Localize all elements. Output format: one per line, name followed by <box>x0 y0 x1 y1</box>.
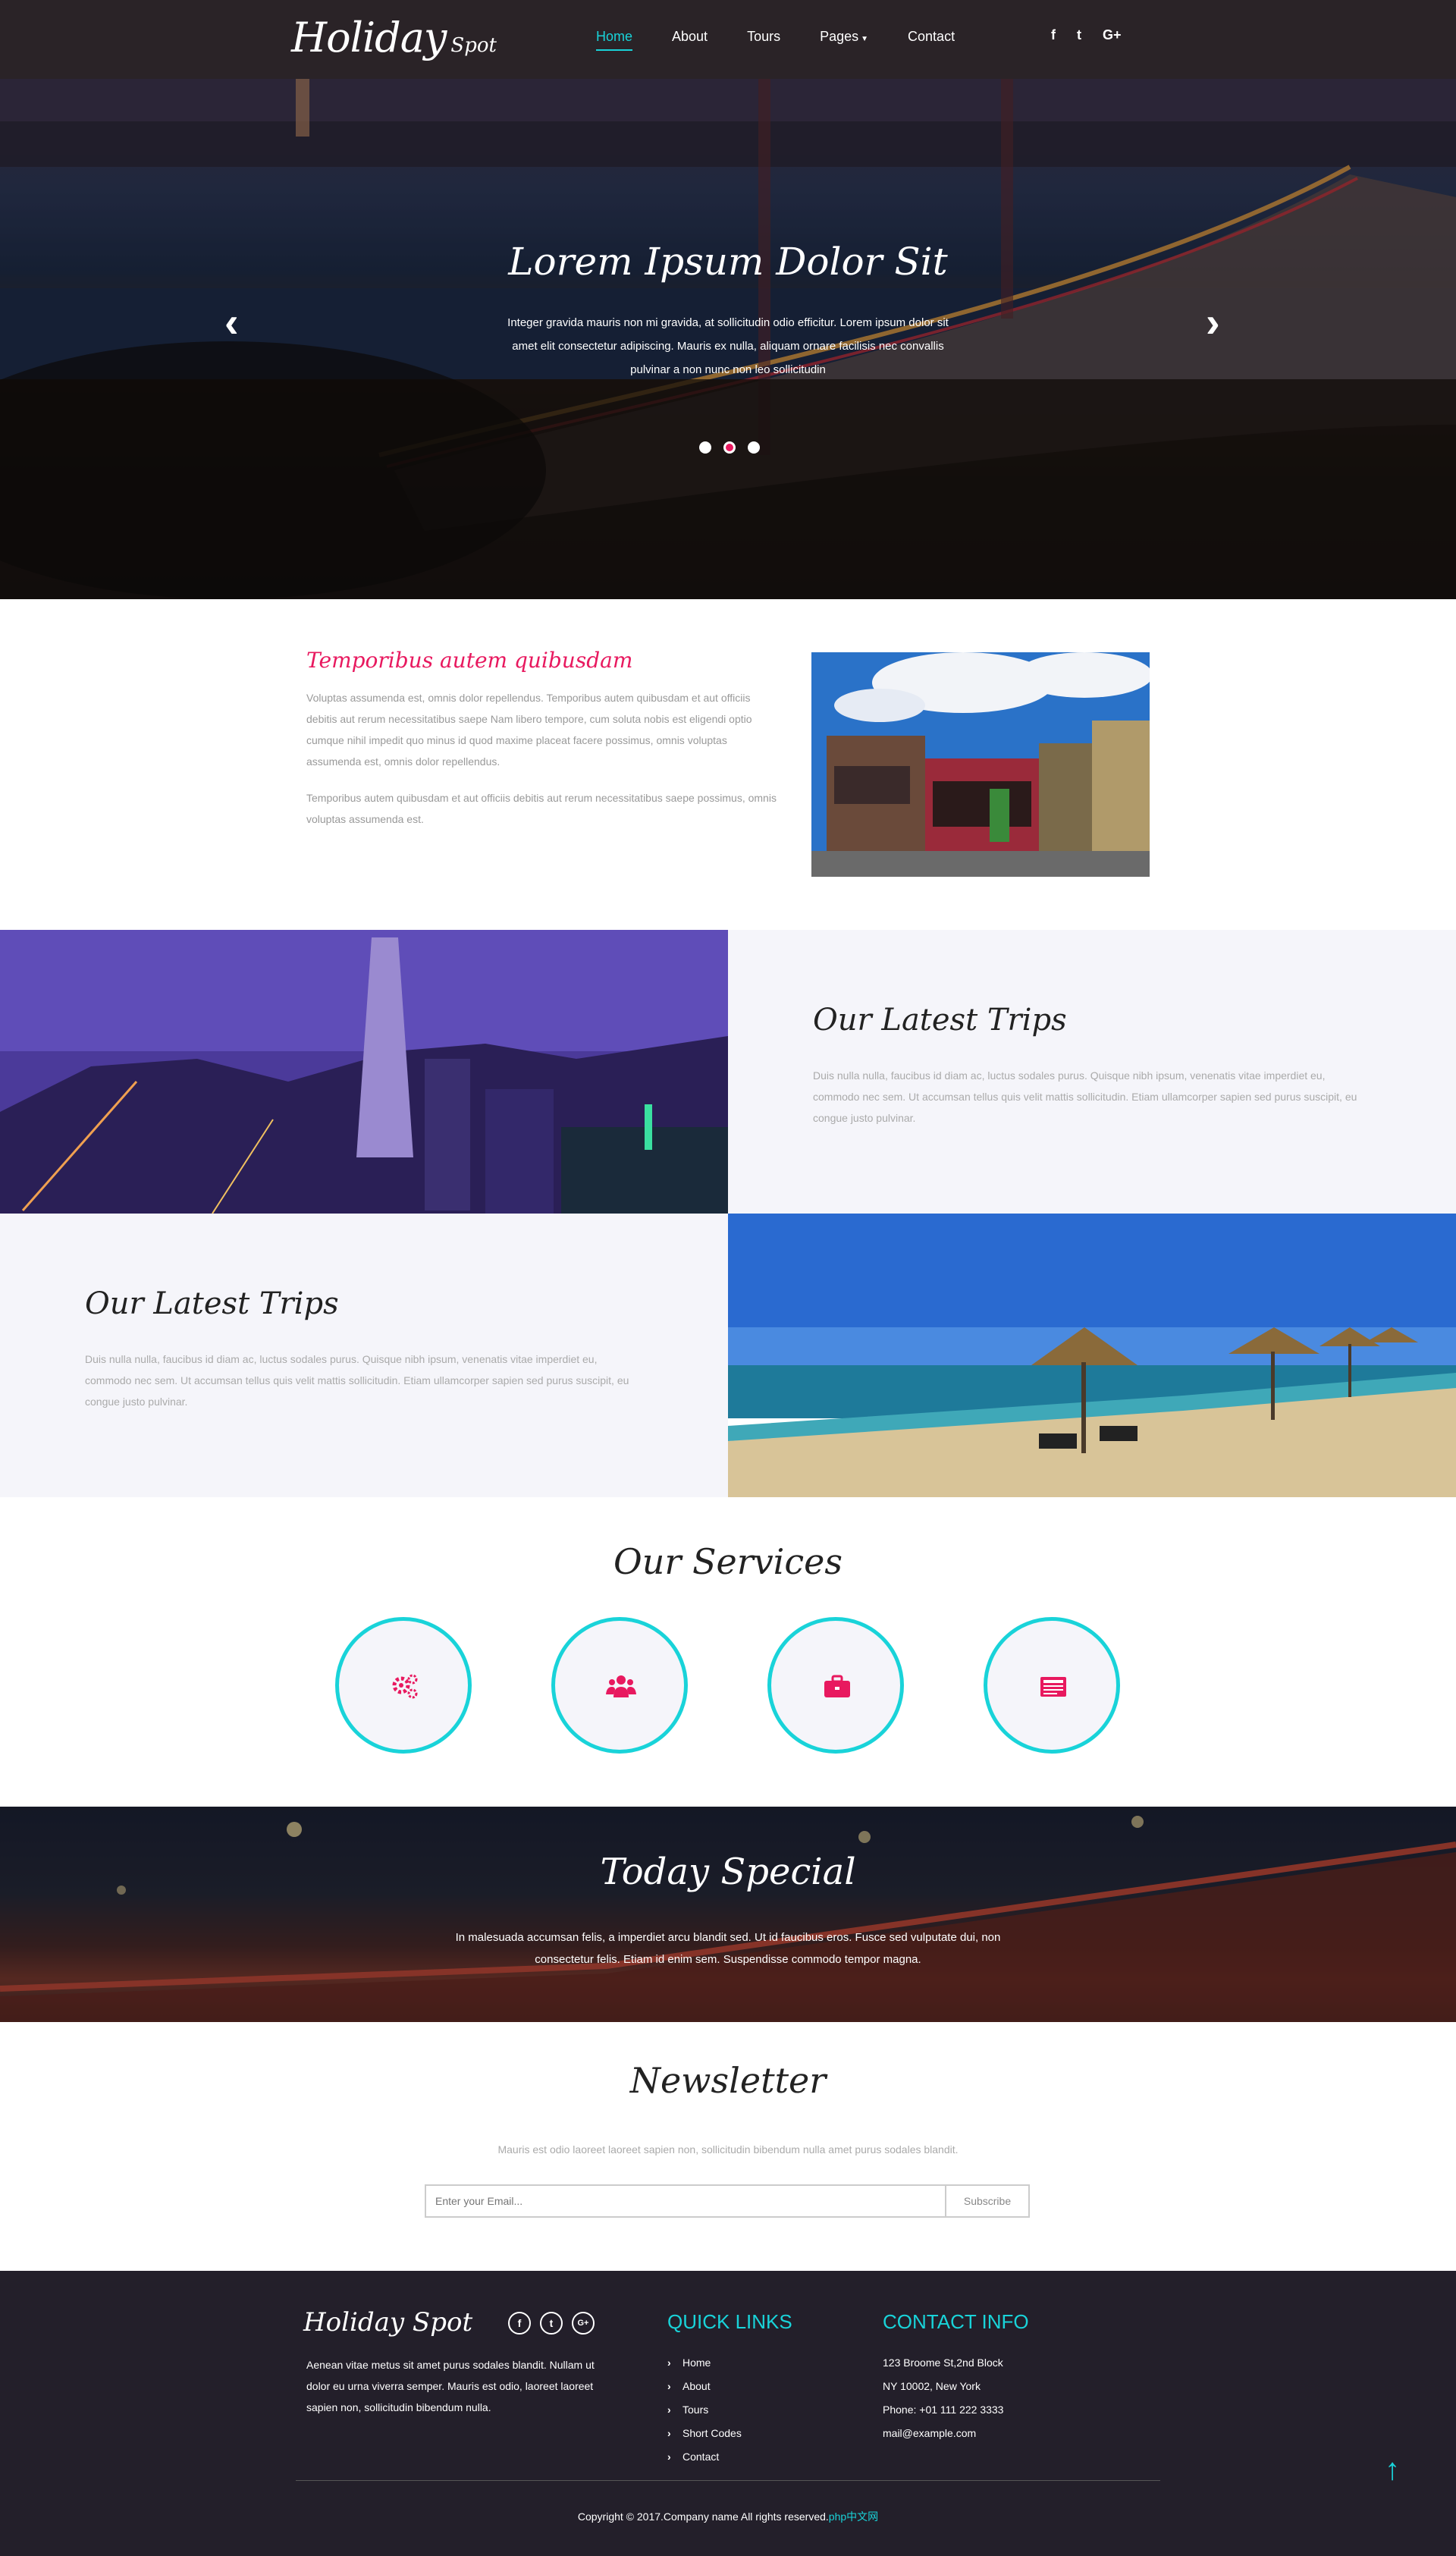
hero-title: Lorem Ipsum Dolor Sit <box>508 240 948 284</box>
service-circle-4[interactable] <box>984 1617 1120 1754</box>
contact-info: 123 Broome St,2nd Block NY 10002, New Yo… <box>883 2351 1003 2445</box>
chevron-right-icon: › <box>667 2427 671 2439</box>
contact-address-line-2: NY 10002, New York <box>883 2380 981 2392</box>
hero-photo-bridge <box>0 0 1456 599</box>
copyright: Copyright © 2017.Company name All rights… <box>0 2509 1456 2524</box>
trip-panel-2: Our Latest Trips Duis nulla nulla, fauci… <box>0 1214 728 1497</box>
quick-link-label: Contact <box>682 2451 720 2463</box>
nav-pages-label: Pages <box>820 29 859 44</box>
quick-link-label: Home <box>682 2357 711 2369</box>
subscribe-button[interactable]: Subscribe <box>945 2184 1030 2218</box>
logo-main-text: Holiday <box>291 14 447 61</box>
quick-links-list: › Home › About › Tours › Short Codes › Contac… <box>667 2351 742 2469</box>
chevron-left-icon[interactable]: ‹ <box>224 297 239 347</box>
special-text: In malesuada accumsan felis, a imperdiet… <box>455 1931 1001 1966</box>
email-input[interactable] <box>425 2184 946 2218</box>
footer: Holiday Spot f t G+ Aenean vitae metus s… <box>0 2271 1456 2556</box>
slider-dots <box>699 441 760 454</box>
newsletter-text: Mauris est odio laoreet laoreet sapien n… <box>497 2143 959 2156</box>
trip-panel-1: Our Latest Trips Duis nulla nulla, fauci… <box>728 930 1456 1214</box>
quick-link-tours[interactable]: › Tours <box>667 2398 742 2422</box>
slide-dot-2[interactable] <box>723 441 736 454</box>
contact-address-line-1: 123 Broome St,2nd Block <box>883 2357 1003 2369</box>
special-bg-photo <box>0 1807 1456 2022</box>
footer-facebook-icon[interactable]: f <box>508 2312 531 2335</box>
hero-text: Integer gravida mauris non mi gravida, a… <box>507 316 949 376</box>
city-night-photo <box>0 930 728 1214</box>
chevron-right-icon: › <box>667 2380 671 2392</box>
contact-info-title: CONTACT INFO <box>883 2310 1029 2333</box>
service-circle-2[interactable] <box>551 1617 688 1754</box>
nav-about[interactable]: About <box>672 29 708 45</box>
footer-google-plus-icon[interactable]: G+ <box>572 2312 595 2335</box>
today-special-banner: Today Special In malesuada accumsan feli… <box>0 1807 1456 2022</box>
contact-email[interactable]: mail@example.com <box>883 2422 1003 2445</box>
quick-link-label: Short Codes <box>682 2427 742 2439</box>
copyright-text: Copyright © 2017.Company name All rights… <box>577 2510 829 2523</box>
about-heading: Temporibus autem quibusdam <box>306 648 633 673</box>
chevron-right-icon: › <box>667 2357 671 2369</box>
twitter-icon[interactable]: t <box>1077 27 1081 43</box>
caret-down-icon: ▼ <box>861 35 869 43</box>
quick-link-about[interactable]: › About <box>667 2375 742 2398</box>
footer-divider <box>296 2480 1160 2481</box>
arrow-up-icon[interactable]: ↑ <box>1385 2453 1400 2487</box>
hero-slider: Lorem Ipsum Dolor Sit Integer gravida ma… <box>0 0 1456 599</box>
top-navbar: Holiday Spot Home About Tours Pages ▼ Cont… <box>0 0 1456 79</box>
trip-title-1: Our Latest Trips <box>813 1003 1067 1038</box>
newsletter-title: Newsletter <box>629 2060 827 2101</box>
quick-link-label: Tours <box>682 2404 709 2416</box>
quick-link-home[interactable]: › Home <box>667 2351 742 2375</box>
about-paragraph-2: Temporibus autem quibusdam et aut offici… <box>306 792 777 825</box>
chevron-right-icon: › <box>667 2404 671 2416</box>
footer-twitter-icon[interactable]: t <box>540 2312 563 2335</box>
quick-link-contact[interactable]: › Contact <box>667 2445 742 2469</box>
nav-tours[interactable]: Tours <box>747 29 780 45</box>
trip-text-2: Duis nulla nulla, faucibus id diam ac, l… <box>85 1353 629 1408</box>
newspaper-icon <box>1040 1677 1066 1697</box>
trip-title-2: Our Latest Trips <box>85 1286 339 1321</box>
contact-phone: Phone: +01 111 222 3333 <box>883 2404 1004 2416</box>
header-socials: f t G+ <box>1051 27 1122 43</box>
special-title: Today Special <box>600 1851 856 1893</box>
quick-links-title: QUICK LINKS <box>667 2310 792 2333</box>
trip-text-1: Duis nulla nulla, faucibus id diam ac, l… <box>813 1069 1357 1124</box>
street-photo <box>811 652 1150 877</box>
footer-logo[interactable]: Holiday Spot <box>303 2307 472 2338</box>
google-plus-icon[interactable]: G+ <box>1103 27 1122 43</box>
beach-photo <box>728 1214 1456 1497</box>
service-circle-3[interactable] <box>767 1617 904 1754</box>
main-menu: Home About Tours Pages ▼ Contact <box>596 29 994 51</box>
users-icon <box>606 1675 636 1697</box>
services-title: Our Services <box>613 1541 843 1582</box>
logo[interactable]: Holiday Spot <box>291 14 497 61</box>
logo-sub-text: Spot <box>450 34 497 57</box>
service-circle-1[interactable] <box>335 1617 472 1754</box>
facebook-icon[interactable]: f <box>1051 27 1056 43</box>
nav-contact[interactable]: Contact <box>908 29 955 45</box>
chevron-right-icon[interactable]: › <box>1206 297 1220 347</box>
nav-pages[interactable]: Pages ▼ <box>820 29 868 45</box>
gears-icon <box>392 1674 418 1699</box>
footer-description: Aenean vitae metus sit amet purus sodale… <box>306 2359 595 2413</box>
slide-dot-1[interactable] <box>699 441 711 454</box>
briefcase-icon <box>824 1675 850 1697</box>
nav-home[interactable]: Home <box>596 29 633 51</box>
about-paragraph-1: Voluptas assumenda est, omnis dolor repe… <box>306 692 752 768</box>
chevron-right-icon: › <box>667 2451 671 2463</box>
quick-link-label: About <box>682 2380 711 2392</box>
quick-link-short-codes[interactable]: › Short Codes <box>667 2422 742 2445</box>
slide-dot-3[interactable] <box>748 441 760 454</box>
copyright-link[interactable]: php中文网 <box>829 2510 878 2523</box>
